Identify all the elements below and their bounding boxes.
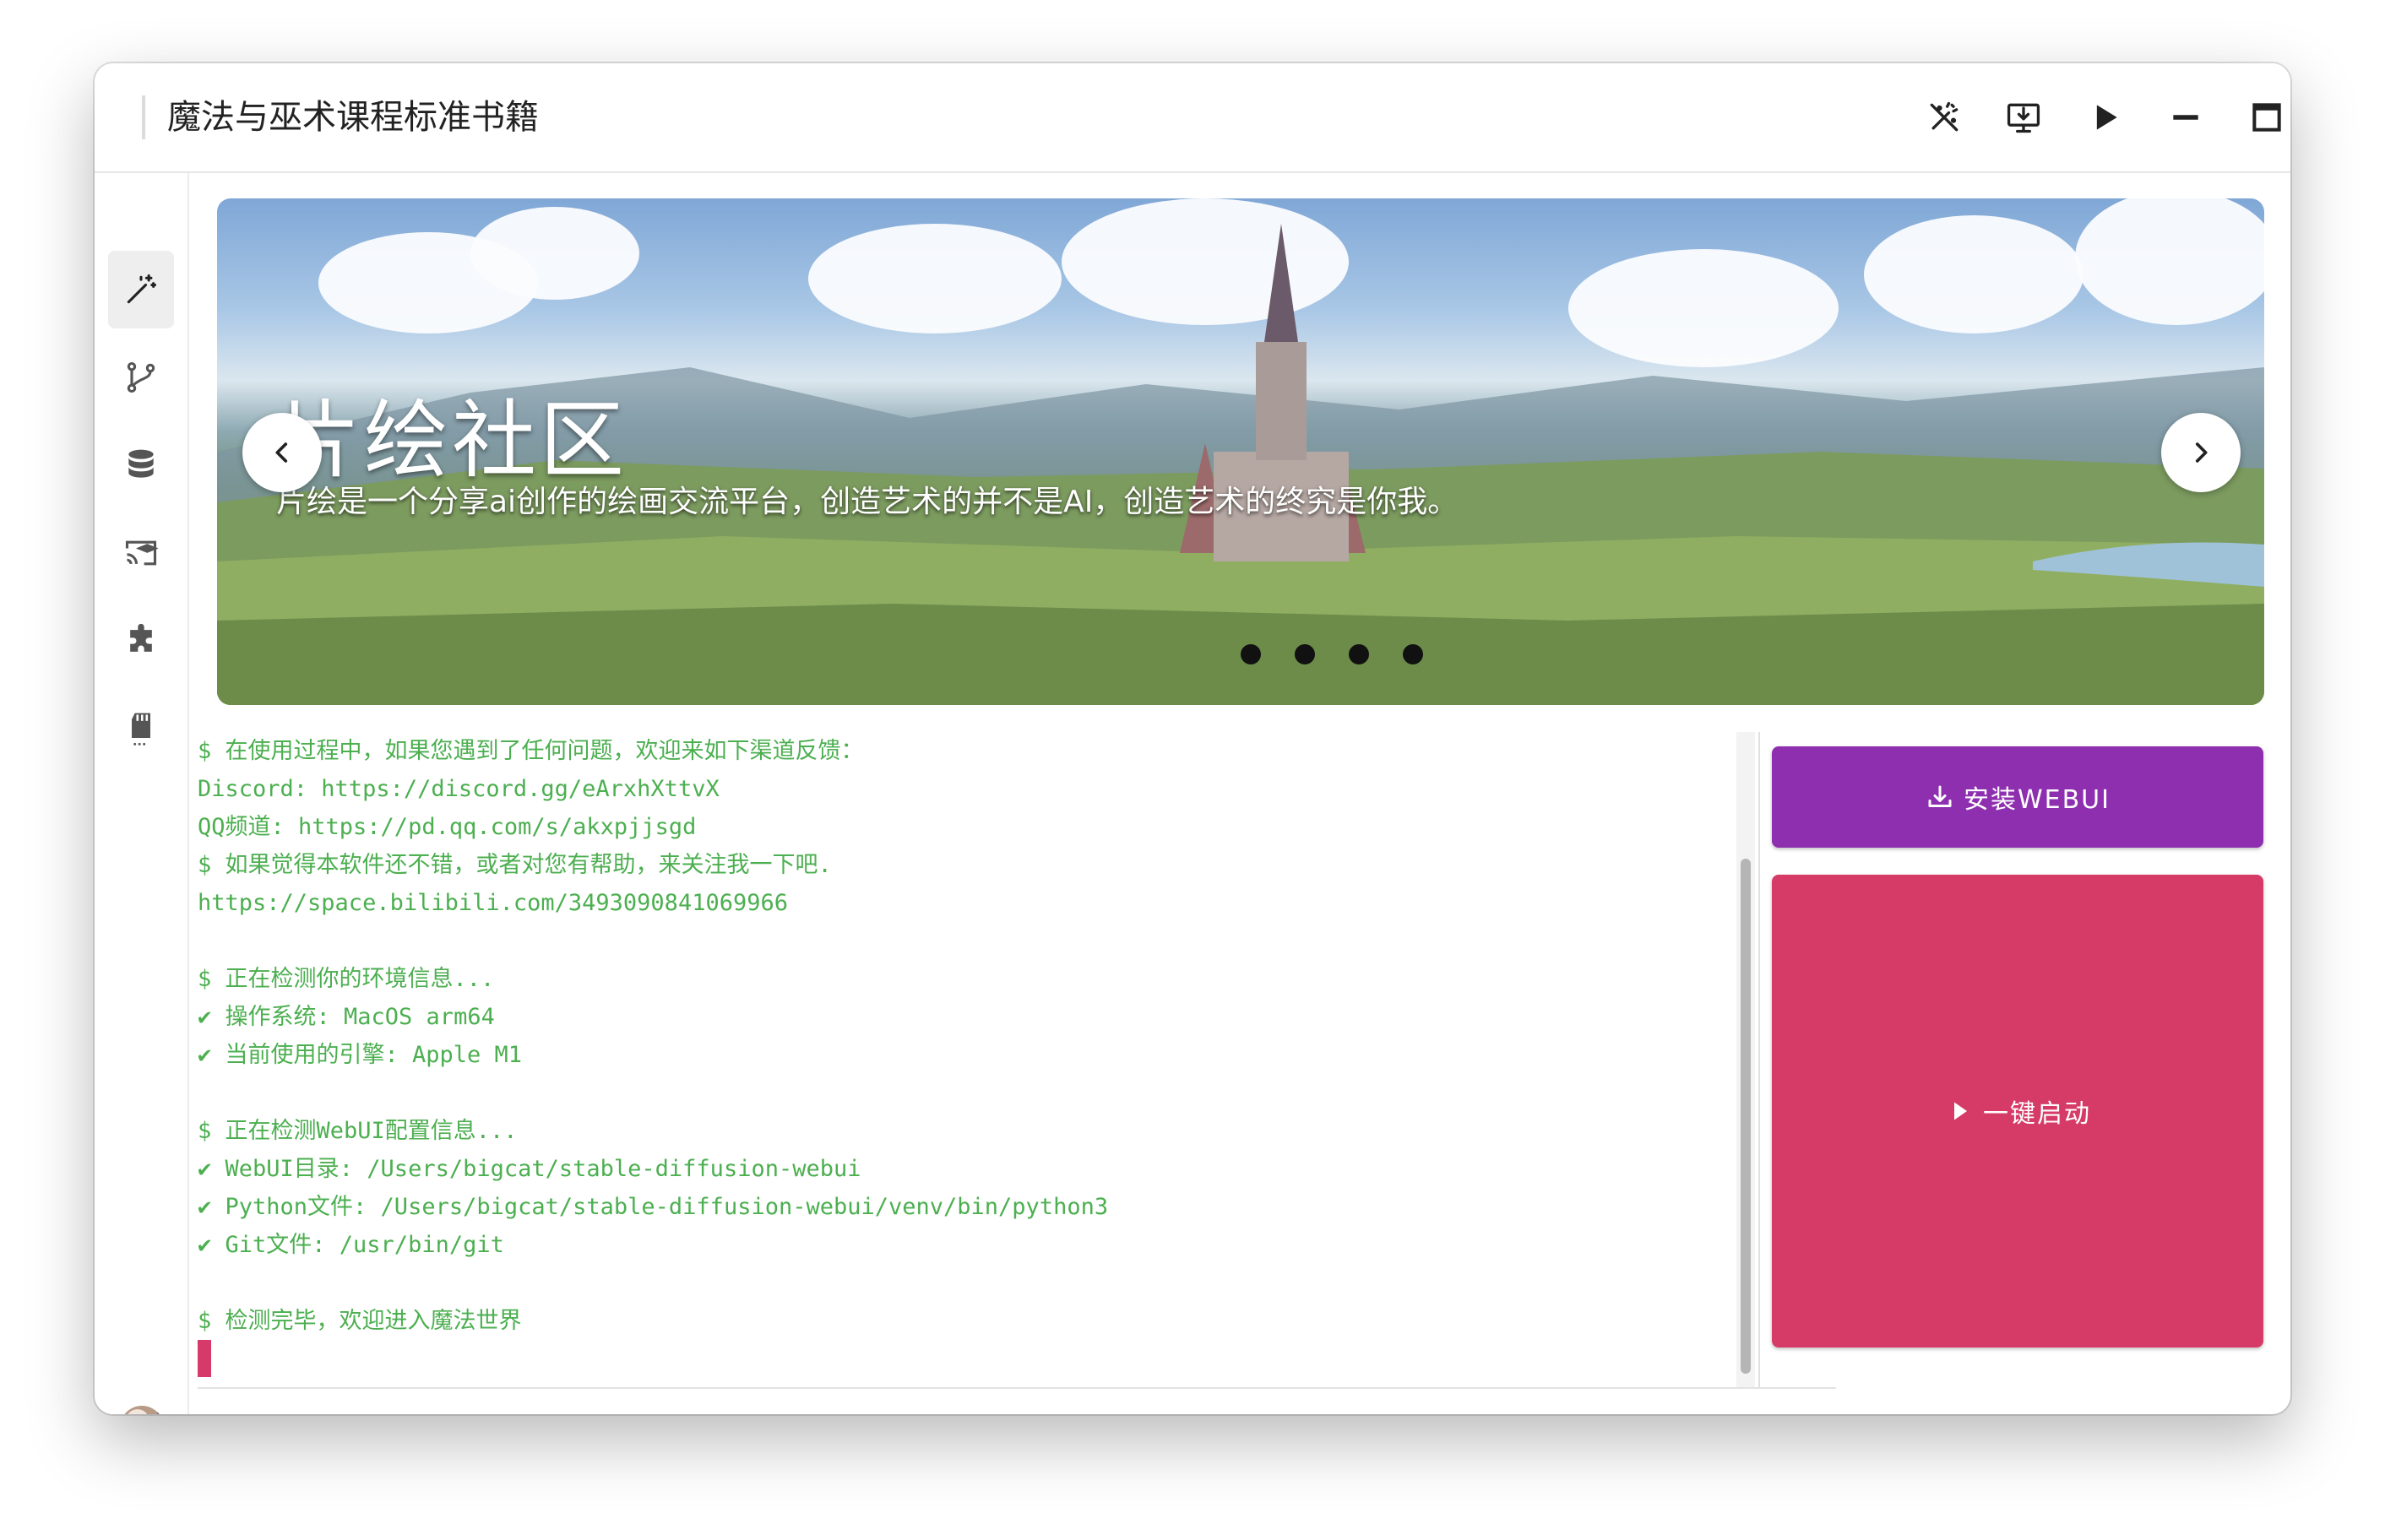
terminal-line: ✔ 操作系统: MacOS arm64: [198, 1004, 495, 1030]
database-icon: [128, 449, 154, 478]
monitor-download-icon[interactable]: [1998, 92, 2049, 143]
terminal-line: ✔ 当前使用的引擎: Apple M1: [198, 1042, 523, 1068]
scrollbar-thumb[interactable]: [1741, 859, 1751, 1374]
terminal-line: $ 检测完毕，欢迎进入魔法世界: [198, 1308, 522, 1334]
sidebar-item-branch[interactable]: [108, 339, 174, 416]
terminal-output: $ 在使用过程中，如果您遇到了任何问题，欢迎来如下渠道反馈： Discord: …: [198, 732, 1836, 1389]
avatar[interactable]: [120, 1406, 164, 1414]
cast-education-icon: [125, 540, 159, 566]
maximize-icon[interactable]: [2241, 92, 2290, 143]
magic-off-icon[interactable]: [1919, 92, 1969, 143]
minimize-icon[interactable]: [2160, 92, 2211, 143]
one-click-launch-label: 一键启动: [1983, 1099, 2091, 1129]
sidebar-item-storage[interactable]: [108, 690, 174, 767]
install-webui-label: 安装WEBUI: [1963, 785, 2111, 815]
install-webui-button[interactable]: 安装WEBUI: [1772, 746, 2263, 848]
sidebar-item-magic[interactable]: [108, 251, 174, 328]
title-bar: 魔法与巫术课程标准书籍: [95, 63, 2290, 173]
terminal-line: $ 正在检测WebUI配置信息...: [198, 1118, 518, 1144]
one-click-launch-button[interactable]: 一键启动: [1772, 875, 2263, 1348]
carousel-dot[interactable]: [1403, 644, 1423, 664]
sidebar-item-cast[interactable]: [108, 514, 174, 592]
carousel-dot[interactable]: [1349, 644, 1369, 664]
title-separator: [142, 95, 145, 139]
sidebar-item-database[interactable]: [108, 426, 174, 504]
banner-title: 片绘社区: [276, 391, 627, 490]
terminal-line: $ 如果觉得本软件还不错，或者对您有帮助，来关注我一下吧.: [198, 852, 832, 878]
terminal-line: ✔ Git文件: /usr/bin/git: [198, 1232, 504, 1258]
terminal-scrollbar[interactable]: [1736, 732, 1755, 1387]
puzzle-icon: [130, 623, 152, 652]
download-icon: [1928, 785, 1952, 807]
banner-subtitle: 片绘是一个分享ai创作的绘画交流平台，创造艺术的并不是AI，创造艺术的终究是你我…: [276, 485, 1459, 519]
git-branch-icon: [127, 361, 155, 393]
window-title: 魔法与巫术课程标准书籍: [167, 98, 539, 137]
magic-wand-icon: [127, 274, 157, 304]
carousel-prev-button[interactable]: [242, 413, 322, 492]
terminal-line: Discord: https://discord.gg/eArxhXttvX: [198, 776, 720, 802]
terminal-cursor: [198, 1340, 211, 1377]
terminal-line: https://space.bilibili.com/3493090841069…: [198, 890, 788, 916]
terminal-line: $ 在使用过程中，如果您遇到了任何问题，欢迎来如下渠道反馈：: [198, 738, 864, 764]
terminal-line: ✔ WebUI目录: /Users/bigcat/stable-diffusio…: [198, 1156, 861, 1182]
chevron-left-icon: [275, 442, 288, 463]
carousel-next-button[interactable]: [2161, 413, 2241, 492]
sidebar-item-extensions[interactable]: [108, 602, 174, 680]
terminal-line: QQ频道: https://pd.qq.com/s/akxpjjsgd: [198, 814, 697, 840]
sd-card-icon: [132, 713, 150, 746]
chevron-right-icon: [2195, 442, 2208, 463]
play-icon: [1954, 1102, 1967, 1120]
terminal-line: ✔ Python文件: /Users/bigcat/stable-diffusi…: [198, 1194, 1109, 1220]
carousel-dot[interactable]: [1295, 644, 1315, 664]
terminal-line: $ 正在检测你的环境信息...: [198, 966, 495, 992]
sidebar: [95, 173, 189, 1414]
carousel-dot[interactable]: [1241, 644, 1261, 664]
play-icon[interactable]: [2079, 92, 2130, 143]
banner-carousel: 片绘社区 片绘是一个分享ai创作的绘画交流平台，创造艺术的并不是AI，创造艺术的…: [217, 198, 2264, 705]
